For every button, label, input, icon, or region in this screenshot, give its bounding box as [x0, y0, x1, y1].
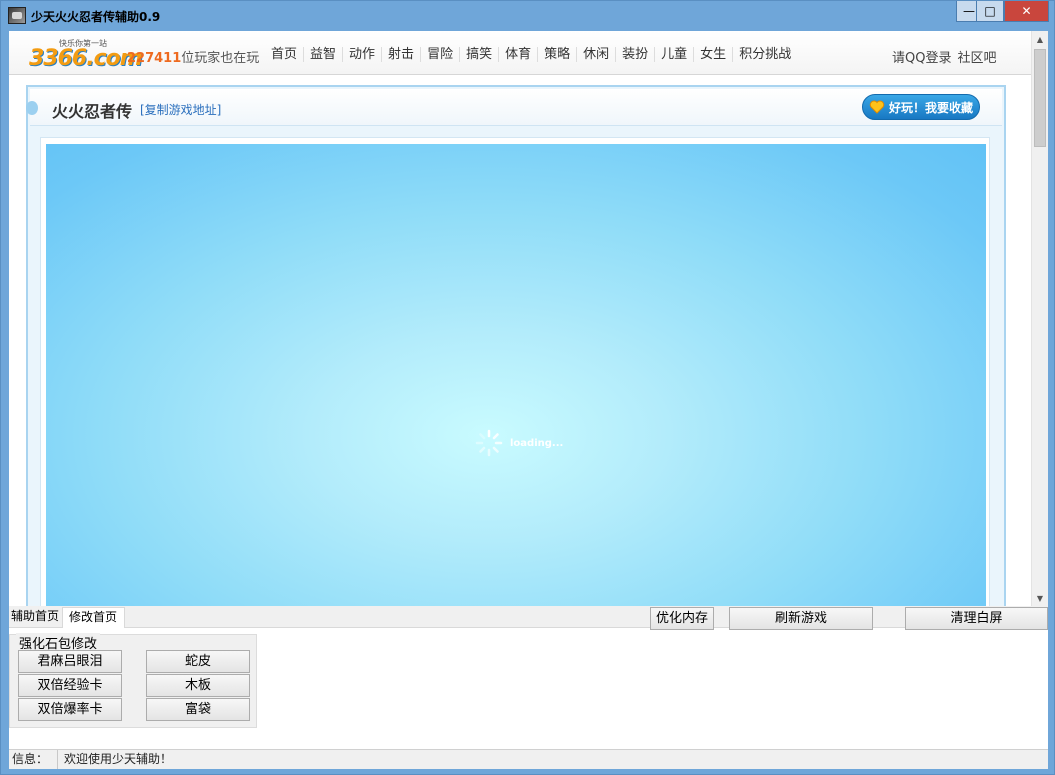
nav-item-dressup[interactable]: 装扮 [615, 47, 654, 62]
game-panel: 火火忍者传 [复制游戏地址] 好玩！我要收藏 loading... [26, 85, 1006, 606]
status-label: 信息： [12, 750, 58, 769]
mod-button-double-exp-card[interactable]: 双倍经验卡 [18, 674, 122, 697]
clear-white-screen-button[interactable]: 清理白屏 [905, 607, 1048, 630]
nav-item-strategy[interactable]: 策略 [537, 47, 576, 62]
player-count-suffix: 位玩家也在玩 [181, 51, 260, 66]
optimize-memory-button[interactable]: 优化内存 [650, 607, 714, 630]
close-icon: ✕ [1021, 4, 1032, 18]
scroll-thumb[interactable] [1034, 49, 1046, 147]
nav-item-shooting[interactable]: 射击 [381, 47, 420, 62]
game-frame: loading... [40, 137, 990, 606]
title-bar[interactable]: 少天火火忍者传辅助0.9 — □ ✕ [1, 1, 1054, 31]
favorite-button[interactable]: 好玩！我要收藏 [862, 94, 980, 120]
game-title: 火火忍者传 [52, 102, 133, 121]
nav-item-sports[interactable]: 体育 [498, 47, 537, 62]
tab-helper-home[interactable]: 辅助首页 [9, 607, 62, 628]
maximize-icon: □ [984, 4, 996, 18]
mod-button-snake-skin[interactable]: 蛇皮 [146, 650, 250, 673]
nav-item-action[interactable]: 动作 [342, 47, 381, 62]
logo-text: 3366.com [29, 46, 143, 71]
site-nav: 首页 益智 动作 射击 冒险 搞笑 体育 策略 休闲 装扮 儿童 女生 积分挑战 [267, 47, 797, 62]
site-logo[interactable]: 快乐你第一站 3366.com [29, 39, 143, 71]
game-panel-header: 火火忍者传 [复制游戏地址] 好玩！我要收藏 [26, 89, 1002, 126]
nav-item-home[interactable]: 首页 [267, 47, 303, 62]
nav-item-points[interactable]: 积分挑战 [732, 47, 797, 62]
community-link[interactable]: 社区吧 [957, 47, 996, 66]
scroll-down-arrow-icon[interactable]: ▼ [1032, 590, 1048, 606]
status-bar: 信息： 欢迎使用少天辅助！ [9, 749, 1048, 769]
spinner-icon [475, 429, 503, 457]
nav-item-funny[interactable]: 搞笑 [459, 47, 498, 62]
window-title: 少天火火忍者传辅助0.9 [31, 10, 161, 24]
enhance-stone-groupbox: 强化石包修改 君麻吕眼泪 蛇皮 双倍经验卡 木板 双倍爆率卡 富袋 [9, 633, 257, 728]
minimize-icon: — [963, 4, 975, 18]
scroll-up-arrow-icon[interactable]: ▲ [1032, 31, 1048, 47]
header-user-links: 请QQ登录 社区吧 [892, 47, 996, 66]
panel-bullet-icon [26, 101, 38, 115]
favorite-label: 好玩！我要收藏 [889, 100, 974, 115]
copy-game-url-link[interactable]: [复制游戏地址] [140, 101, 221, 118]
mod-button-kimimaro-tears[interactable]: 君麻吕眼泪 [18, 650, 122, 673]
app-icon [8, 7, 26, 24]
mod-button-double-drop-card[interactable]: 双倍爆率卡 [18, 698, 122, 721]
mod-button-wood-plank[interactable]: 木板 [146, 674, 250, 697]
loading-indicator: loading... [474, 428, 563, 458]
helper-panel: 辅助首页 修改首页 优化内存 刷新游戏 清理白屏 强化石包修改 君麻吕眼泪 蛇皮… [9, 606, 1048, 769]
status-message: 欢迎使用少天辅助！ [64, 752, 173, 766]
mod-button-lucky-bag[interactable]: 富袋 [146, 698, 250, 721]
helper-tabbar: 辅助首页 修改首页 优化内存 刷新游戏 清理白屏 [9, 606, 1048, 630]
browser-scrollbar[interactable]: ▲ ▼ [1031, 31, 1048, 606]
refresh-game-button[interactable]: 刷新游戏 [729, 607, 873, 630]
player-count: 227411位玩家也在玩 [127, 47, 259, 66]
heart-icon [869, 100, 885, 114]
client-area: 快乐你第一站 3366.com 227411位玩家也在玩 首页 益智 动作 射击… [9, 31, 1048, 769]
tab-modify-home[interactable]: 修改首页 [62, 607, 125, 628]
qq-login-link[interactable]: 请QQ登录 [892, 47, 951, 66]
maximize-button[interactable]: □ [976, 1, 1004, 22]
nav-item-casual[interactable]: 休闲 [576, 47, 615, 62]
nav-item-adventure[interactable]: 冒险 [420, 47, 459, 62]
nav-item-kids[interactable]: 儿童 [654, 47, 693, 62]
embedded-browser: 快乐你第一站 3366.com 227411位玩家也在玩 首页 益智 动作 射击… [9, 31, 1031, 606]
player-count-number: 227411 [127, 51, 182, 66]
close-button[interactable]: ✕ [1004, 1, 1049, 22]
site-header: 快乐你第一站 3366.com 227411位玩家也在玩 首页 益智 动作 射击… [9, 31, 1031, 75]
nav-item-puzzle[interactable]: 益智 [303, 47, 342, 62]
nav-item-girls[interactable]: 女生 [693, 47, 732, 62]
app-window: 少天火火忍者传辅助0.9 — □ ✕ 快乐你第一站 3366.com 22741… [0, 0, 1055, 775]
loading-text: loading... [510, 437, 564, 449]
game-canvas[interactable]: loading... [46, 144, 986, 606]
